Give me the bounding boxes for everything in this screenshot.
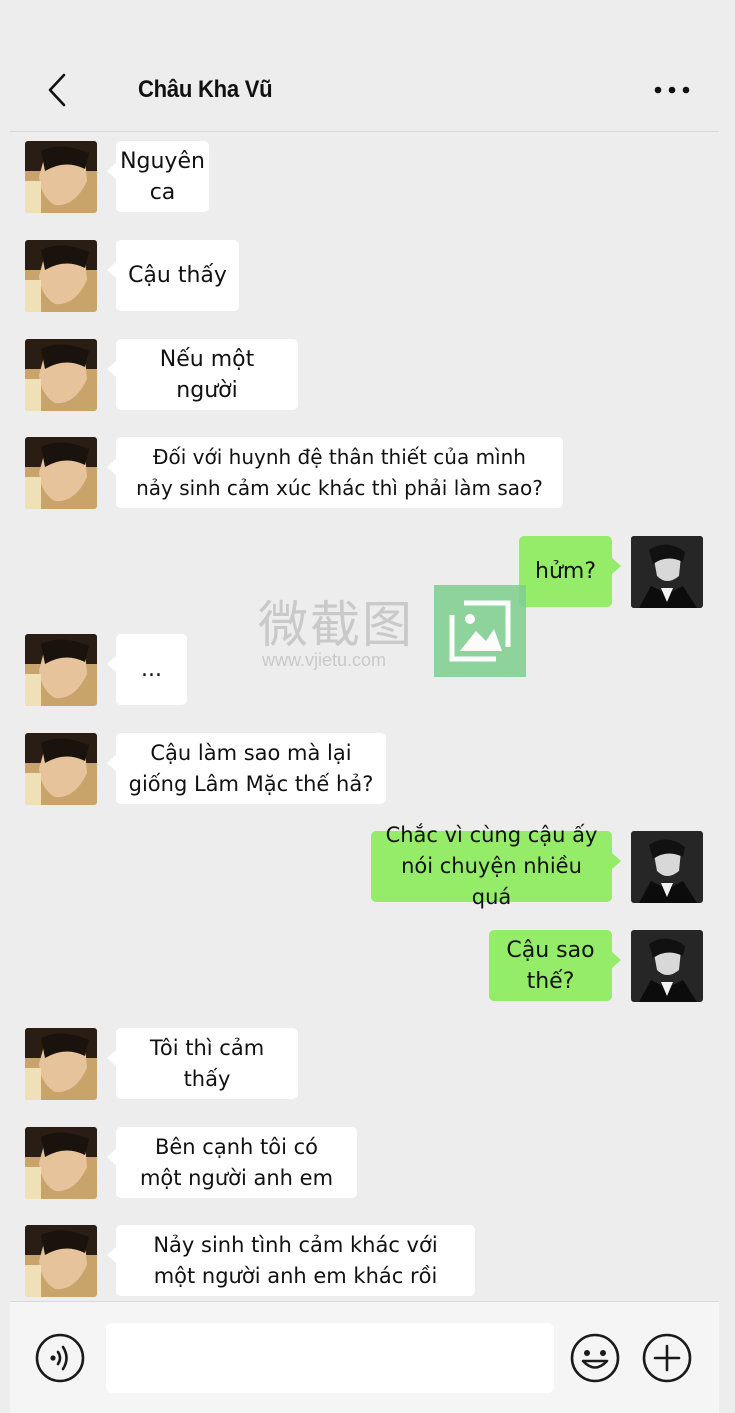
contact-avatar[interactable] xyxy=(25,733,97,805)
chat-title: Châu Kha Vũ xyxy=(138,76,273,103)
user-avatar[interactable] xyxy=(631,930,703,1002)
message-bubble-incoming[interactable]: Cậu thấy xyxy=(107,240,239,311)
message-bubble-outgoing[interactable]: Chắc vì cùng cậu ấy nói chuyện nhiều quá xyxy=(371,823,621,909)
contact-avatar[interactable] xyxy=(25,634,97,706)
emoji-icon[interactable] xyxy=(569,1332,621,1384)
contact-avatar[interactable] xyxy=(25,240,97,312)
message-bubble-incoming[interactable]: ... xyxy=(107,634,187,705)
contact-avatar[interactable] xyxy=(25,1028,97,1100)
message-bubble-incoming[interactable]: Nếu một người xyxy=(107,339,298,410)
message-bubble-incoming[interactable]: Đối với huynh đệ thân thiết của mình nảy… xyxy=(107,437,563,508)
message-bubble-incoming[interactable]: Cậu làm sao mà lại giống Lâm Mặc thế hả? xyxy=(107,733,386,804)
chat-header: Châu Kha Vũ xyxy=(10,0,719,132)
user-avatar[interactable] xyxy=(631,831,703,903)
plus-icon[interactable] xyxy=(641,1332,693,1384)
message-bubble-incoming[interactable]: Nảy sinh tình cảm khác với một người anh… xyxy=(107,1225,475,1296)
input-bar xyxy=(10,1301,719,1413)
chevron-left-icon[interactable] xyxy=(42,72,74,108)
contact-avatar[interactable] xyxy=(25,339,97,411)
message-bubble-outgoing[interactable]: hửm? xyxy=(519,536,621,607)
contact-avatar[interactable] xyxy=(25,141,97,213)
message-input[interactable] xyxy=(106,1323,554,1393)
message-list[interactable]: Nguyên ca Cậu thấy Nếu một người Đối với… xyxy=(10,131,719,1301)
contact-avatar[interactable] xyxy=(25,1127,97,1199)
message-bubble-incoming[interactable]: Bên cạnh tôi có một người anh em xyxy=(107,1127,357,1198)
contact-avatar[interactable] xyxy=(25,437,97,509)
message-bubble-incoming[interactable]: Nguyên ca xyxy=(107,141,209,212)
message-bubble-outgoing[interactable]: Cậu sao thế? xyxy=(489,930,621,1001)
voice-icon[interactable] xyxy=(34,1332,86,1384)
user-avatar[interactable] xyxy=(631,536,703,608)
more-dots-icon[interactable] xyxy=(648,78,696,102)
contact-avatar[interactable] xyxy=(25,1225,97,1297)
message-bubble-incoming[interactable]: Tôi thì cảm thấy xyxy=(107,1028,298,1099)
